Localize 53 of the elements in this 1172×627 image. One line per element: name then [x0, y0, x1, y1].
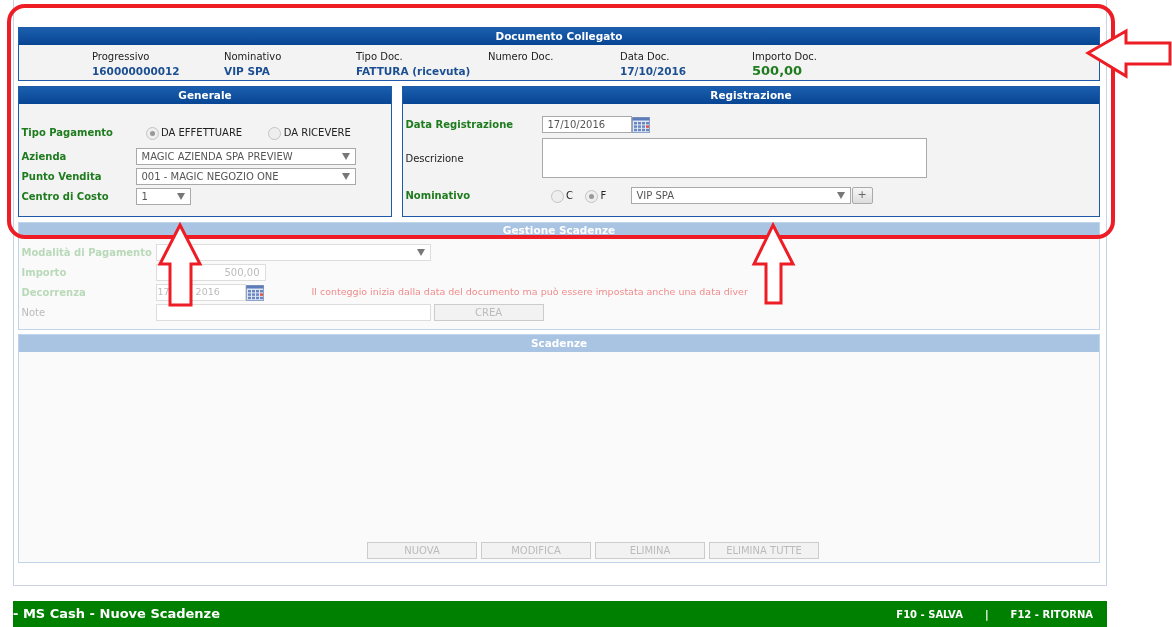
app-title: - MS Cash - Nuove Scadenze	[13, 605, 221, 624]
field-value: 500,00	[752, 64, 803, 78]
panel-header: Documento Collegato	[19, 28, 1099, 45]
panel-header: Generale	[19, 87, 391, 104]
field-label: Descrizione	[405, 151, 465, 166]
field-value: FATTURA (ricevuta)	[356, 64, 471, 79]
hint-text: Il conteggio inizia dalla data del documento ma può essere impostata anche una data diver	[311, 284, 748, 299]
add-button[interactable]: +	[851, 186, 873, 204]
field-label: Centro di Costo	[21, 189, 110, 204]
field-label: Importo	[21, 265, 68, 280]
dropdown-field[interactable]: VIP SPA	[630, 186, 851, 204]
calendar-icon[interactable]	[631, 115, 650, 133]
shortcut-link[interactable]: F12 - RITORNA	[1010, 606, 1093, 622]
caret-icon	[416, 248, 425, 256]
caret-icon	[176, 192, 185, 200]
field-value: VIP SPA	[224, 64, 270, 79]
field-label: Tipo Pagamento	[21, 125, 114, 140]
dropdown-field[interactable]: MAGIC AZIENDA SPA PREVIEW	[135, 147, 356, 165]
field-label: Progressivo	[92, 50, 150, 64]
field-value: 17/10/2016	[620, 64, 687, 79]
panel-header: Registrazione	[403, 87, 1099, 104]
field-value: 160000000012	[92, 64, 180, 79]
field-label: Decorrenza	[21, 285, 87, 300]
dropdown-field[interactable]: 1	[135, 187, 191, 205]
shortcut-link[interactable]: F10 - SALVA	[896, 606, 963, 622]
field-text: 2016	[195, 284, 220, 299]
field-label: Tipo Doc.	[356, 50, 403, 64]
field-label: Note	[21, 305, 47, 320]
field-label: Punto Vendita	[21, 169, 103, 184]
panel-header: Scadenze	[19, 335, 1099, 352]
caret-icon	[341, 152, 350, 160]
radio-label: DA RICEVERE	[283, 125, 351, 140]
field-label: Nominativo	[224, 50, 282, 64]
radio-button[interactable]	[268, 126, 282, 140]
radio-button[interactable]	[550, 189, 564, 203]
radio-button[interactable]	[145, 126, 159, 140]
radio-label: F	[600, 188, 607, 203]
field-label: Data Registrazione	[405, 117, 515, 132]
field-label: Importo Doc.	[752, 50, 817, 64]
caret-icon	[836, 191, 845, 199]
input-field[interactable]: 17/10/2016	[541, 115, 632, 133]
separator: |	[984, 607, 989, 622]
field-label: Numero Doc.	[488, 50, 554, 64]
dropdown-field[interactable]: 001 - MAGIC NEGOZIO ONE	[135, 167, 356, 185]
field-label: Nominativo	[405, 188, 472, 203]
description-textarea[interactable]	[541, 138, 927, 178]
field-label: Modalità di Pagamento	[21, 245, 153, 260]
caret-icon	[341, 172, 350, 180]
field-label: Azienda	[21, 149, 68, 164]
radio-label: C	[566, 188, 573, 203]
radio-label: DA EFFETTUARE	[161, 125, 243, 140]
radio-button[interactable]	[585, 189, 598, 203]
field-label: Data Doc.	[620, 50, 670, 64]
